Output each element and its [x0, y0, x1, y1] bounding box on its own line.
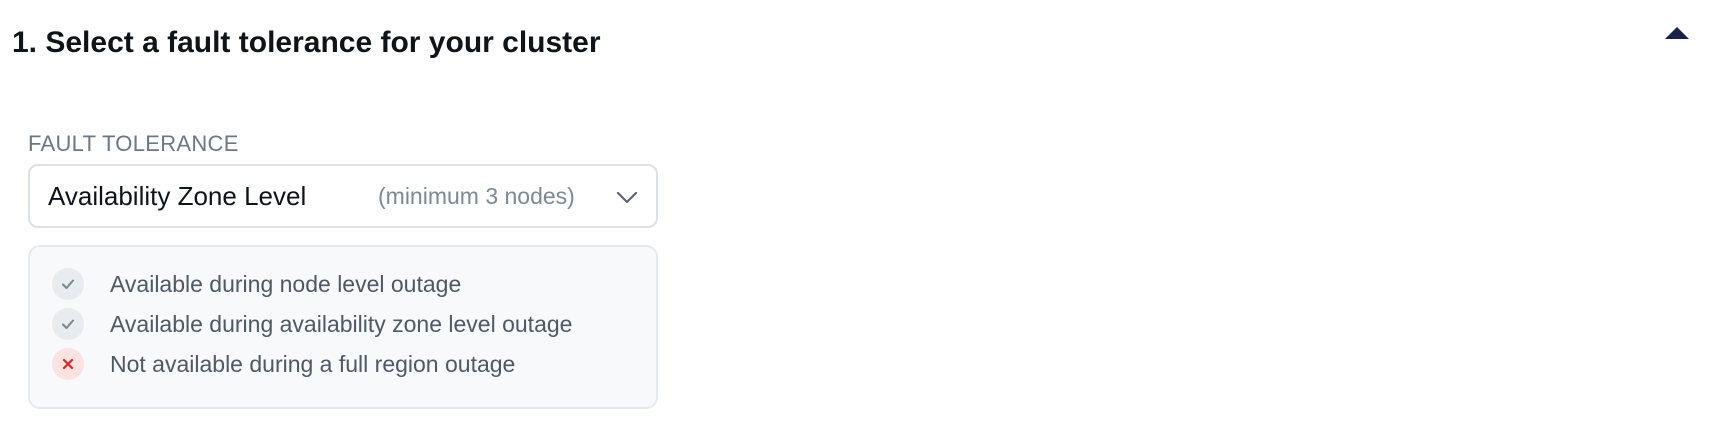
fault-tolerance-details-card: Available during node level outage Avail… [28, 245, 658, 409]
section-title: 1. Select a fault tolerance for your clu… [12, 26, 601, 59]
select-value: Availability Zone Level [48, 180, 307, 211]
feature-text: Available during availability zone level… [110, 310, 573, 337]
caret-up-icon [1665, 27, 1689, 39]
fault-tolerance-section: 1. Select a fault tolerance for your clu… [0, 0, 1730, 436]
feature-item: Available during node level outage [52, 267, 461, 301]
feature-text: Available during node level outage [110, 270, 462, 297]
chevron-down-icon [616, 191, 638, 204]
check-icon [52, 308, 84, 340]
select-hint: (minimum 3 nodes) [378, 182, 575, 209]
x-icon [52, 348, 84, 380]
fault-tolerance-label: FAULT TOLERANCE [28, 131, 239, 156]
feature-text: Not available during a full region outag… [110, 350, 516, 377]
collapse-toggle-button[interactable] [1662, 18, 1692, 48]
feature-item: Available during availability zone level… [52, 307, 572, 341]
feature-item: Not available during a full region outag… [52, 347, 515, 381]
check-icon [52, 268, 84, 300]
section-header[interactable]: 1. Select a fault tolerance for your clu… [12, 18, 1730, 68]
fault-tolerance-select[interactable]: Availability Zone Level (minimum 3 nodes… [28, 164, 658, 228]
